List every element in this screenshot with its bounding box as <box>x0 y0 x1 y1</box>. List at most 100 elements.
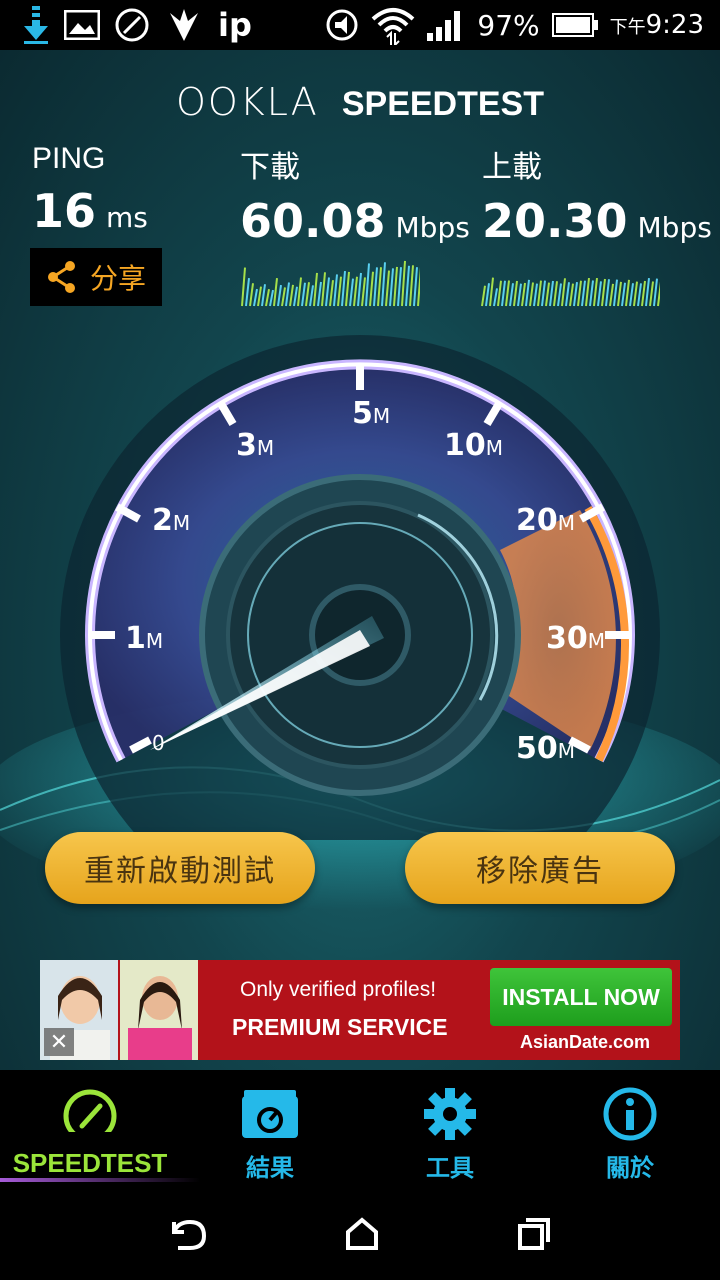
graph-bar <box>625 279 630 307</box>
ad-banner[interactable]: ✕ Only verified profiles! PREMIUM SERVIC… <box>40 960 680 1060</box>
ad-close-button[interactable]: ✕ <box>44 1028 74 1056</box>
graph-bar <box>301 282 306 307</box>
signal-icon <box>427 11 461 41</box>
share-icon <box>47 261 75 293</box>
graph-bar <box>505 280 510 307</box>
app-brand: OOKLA SPEEDTEST <box>0 80 720 124</box>
graph-bar <box>397 267 402 307</box>
graph-bar <box>617 281 622 307</box>
graph-bar <box>389 268 394 307</box>
graph-bar <box>565 282 570 307</box>
graph-bar <box>269 289 274 307</box>
graph-bar <box>265 288 270 307</box>
clock-time: 9:23 <box>645 10 704 40</box>
tab-tools[interactable]: 工具 <box>360 1070 540 1188</box>
battery-percent: 97% <box>477 8 540 42</box>
graph-bar <box>633 281 638 307</box>
status-bar: ip 97% 下午9:23 <box>0 0 720 50</box>
graph-bar <box>621 282 626 307</box>
tab-about[interactable]: 關於 <box>540 1070 720 1188</box>
graph-bar <box>249 283 254 307</box>
brand-ookla: OOKLA <box>175 80 319 124</box>
graph-bar <box>641 280 646 307</box>
recents-icon[interactable] <box>516 1216 552 1252</box>
graph-bar <box>517 283 522 307</box>
graph-bar <box>529 282 534 307</box>
graph-bar <box>393 266 398 307</box>
graph-bar <box>493 288 498 307</box>
ad-domain: AsianDate.com <box>520 1032 651 1052</box>
graph-bar <box>409 265 414 307</box>
graph-bar <box>381 262 386 307</box>
upload-value: 20.30 <box>482 194 628 248</box>
bird-app-icon <box>170 9 198 41</box>
graph-bar <box>297 277 302 307</box>
bottom-tab-bar: SPEEDTEST 結果 工具 關於 <box>0 1070 720 1188</box>
download-graph <box>241 260 420 307</box>
graph-bar <box>557 283 562 307</box>
battery-icon <box>551 13 598 37</box>
graph-bar <box>309 285 314 307</box>
graph-bar <box>545 282 550 307</box>
home-icon[interactable] <box>344 1216 380 1252</box>
graph-bar <box>513 280 518 307</box>
remove-ads-button[interactable]: 移除廣告 <box>405 832 675 904</box>
graph-bar <box>293 286 298 307</box>
graph-bar <box>541 280 546 307</box>
download-value: 60.08 <box>240 194 386 248</box>
info-icon <box>603 1087 657 1141</box>
carrier-label: ip <box>218 6 252 44</box>
graph-bar <box>313 272 318 307</box>
upload-label: 上載 <box>482 151 542 184</box>
graph-bar <box>657 281 660 307</box>
graph-bar <box>245 278 250 307</box>
restart-test-button[interactable]: 重新啟動測試 <box>45 832 315 904</box>
ad-headline: PREMIUM SERVICE <box>232 1014 448 1040</box>
graph-bar <box>305 282 310 307</box>
graph-bar <box>285 282 290 307</box>
graph-bar <box>405 265 410 307</box>
share-button[interactable]: 分享 <box>30 248 162 306</box>
upload-graph <box>481 277 660 307</box>
graph-bar <box>525 279 530 307</box>
graph-bar <box>613 279 618 307</box>
download-unit: Mbps <box>395 211 470 244</box>
graph-bar <box>241 267 246 307</box>
graph-bar <box>653 278 658 307</box>
image-notification-icon <box>64 10 100 40</box>
graph-bar <box>277 284 282 307</box>
graph-bar <box>361 277 366 307</box>
graph-bar <box>497 280 502 307</box>
graph-bar <box>325 277 330 307</box>
back-icon[interactable] <box>168 1216 208 1252</box>
graph-bar <box>333 274 338 307</box>
graph-bar <box>345 271 350 307</box>
graph-bar <box>597 281 602 307</box>
upload-metric: 上載 20.30 Mbps <box>482 142 712 248</box>
download-notification-icon <box>24 6 48 44</box>
ad-install-button[interactable]: INSTALL NOW <box>490 968 672 1026</box>
tab-speedtest[interactable]: SPEEDTEST <box>0 1070 200 1188</box>
tab-speedtest-label: SPEEDTEST <box>12 1148 168 1178</box>
graph-bar <box>585 277 590 307</box>
download-metric: 下載 60.08 Mbps <box>240 142 470 248</box>
clock-period: 下午 <box>609 17 646 38</box>
download-label: 下載 <box>240 151 300 184</box>
brand-speedtest: SPEEDTEST <box>341 85 545 123</box>
graph-bar <box>601 278 606 307</box>
graph-bar <box>365 263 370 307</box>
graph-bar <box>573 282 578 307</box>
graph-bar <box>645 277 650 307</box>
graph-bar <box>609 283 614 307</box>
gauge-icon <box>60 1089 120 1144</box>
tab-results[interactable]: 結果 <box>180 1070 360 1188</box>
ad-photo-2 <box>120 960 198 1060</box>
graph-bar <box>385 270 390 307</box>
graph-bar <box>549 280 554 307</box>
nfc-notification-icon <box>115 8 149 42</box>
graph-bar <box>413 267 418 307</box>
mute-icon <box>326 9 358 41</box>
graph-bar <box>261 284 266 307</box>
graph-bar <box>341 270 346 307</box>
wifi-icon <box>372 8 415 45</box>
